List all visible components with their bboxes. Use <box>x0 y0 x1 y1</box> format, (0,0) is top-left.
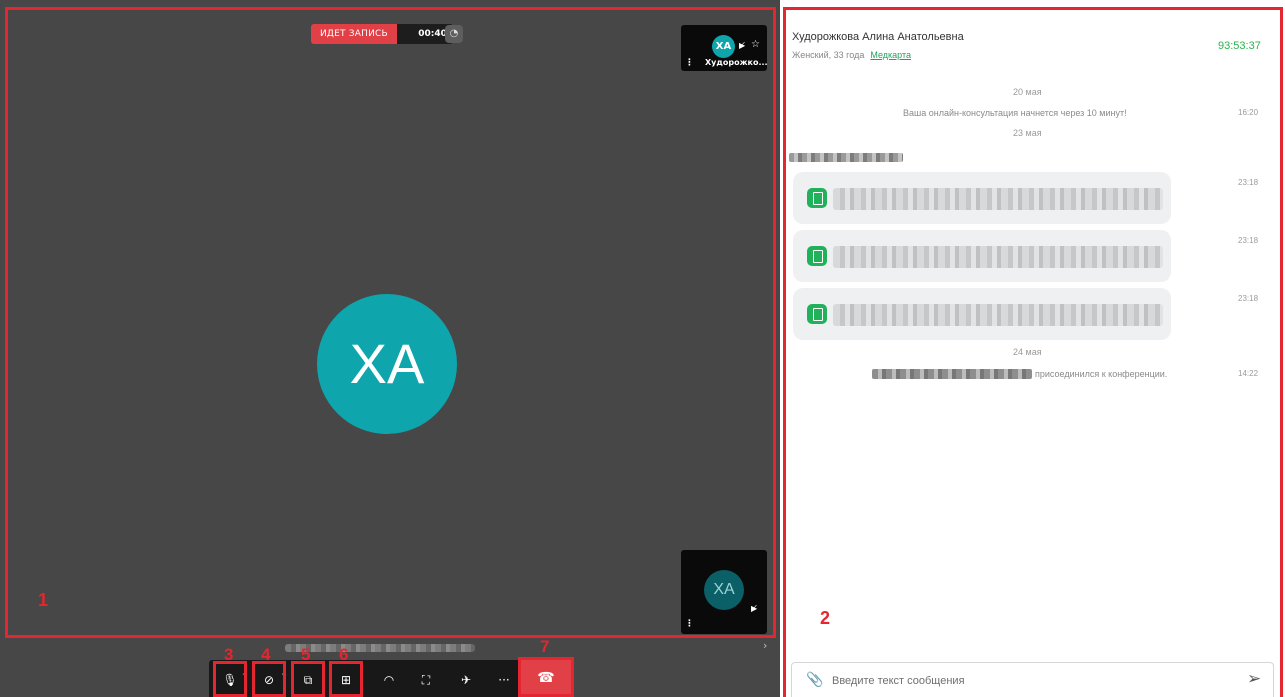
message-time: 14:22 <box>1238 369 1259 378</box>
video-consultation-screen: ИДЕТ ЗАПИСЬ 00:40 ◔ XA XA ▶̸ ☆ ⋮ Худорож… <box>0 0 1285 697</box>
microphone-icon: 🎙 <box>222 673 238 687</box>
grid-layout-icon: ⊞ <box>340 673 352 687</box>
recording-indicator: ИДЕТ ЗАПИСЬ 00:40 <box>311 24 453 44</box>
chevron-up-icon[interactable]: ^ <box>281 663 287 689</box>
star-icon[interactable]: ☆ <box>751 39 760 50</box>
annotation-marker-mic: 3 <box>224 645 234 664</box>
more-vertical-icon[interactable]: ⋮ <box>685 58 694 68</box>
speed-button[interactable]: ◠ <box>376 667 402 693</box>
patient-demographics: Женский, 33 года <box>792 50 865 60</box>
message-time: 23:18 <box>1238 294 1259 303</box>
participant-thumbnail-self[interactable]: XA ▶̸ ⋮ <box>681 550 767 634</box>
more-button[interactable]: ··· <box>491 667 517 693</box>
blurred-sender-name <box>789 153 903 162</box>
avatar: XA <box>704 570 744 610</box>
file-attachment[interactable] <box>793 172 1171 224</box>
chevron-right-icon[interactable]: › <box>763 639 767 652</box>
avatar: XA <box>712 35 735 58</box>
layout-button[interactable]: ⊞ <box>333 667 359 693</box>
recording-label: ИДЕТ ЗАПИСЬ <box>311 24 397 44</box>
blurred-file-name <box>833 304 1163 326</box>
message-time: 23:18 <box>1238 236 1259 245</box>
chat-panel: Худорожкова Алина Анатольевна Женский, 3… <box>780 0 1285 697</box>
participant-thumbnail-top[interactable]: XA ▶̸ ☆ ⋮ Худорожко... <box>681 25 768 71</box>
blurred-file-name <box>833 188 1163 210</box>
file-attachment[interactable] <box>793 288 1171 340</box>
annotation-marker-camera: 4 <box>261 645 271 664</box>
camera-off-icon: ▶̸ <box>739 41 746 50</box>
antenna-icon: ✈ <box>460 673 472 687</box>
blurred-file-name <box>833 246 1163 268</box>
screen-share-button[interactable]: ⧉ <box>295 667 321 693</box>
document-icon <box>807 304 827 324</box>
annotation-marker-video: 1 <box>38 590 49 610</box>
annotation-marker-share: 5 <box>301 645 311 664</box>
message-time: 16:20 <box>1238 108 1259 117</box>
file-attachment[interactable] <box>793 230 1171 282</box>
document-icon <box>807 246 827 266</box>
annotation-marker-hangup: 7 <box>540 637 550 656</box>
date-separator: 20 мая <box>1013 87 1042 97</box>
camera-off-icon: ⊘ <box>263 673 275 687</box>
microphone-button[interactable]: 🎙 ^ <box>217 667 248 693</box>
antenna-button[interactable]: ✈ <box>453 667 479 693</box>
message-time: 23:18 <box>1238 178 1259 187</box>
paperclip-icon[interactable]: 📎 <box>806 672 823 688</box>
patient-info: Женский, 33 года Медкарта <box>792 50 911 60</box>
blurred-participant-name <box>872 369 1032 379</box>
fullscreen-icon: ⛶ <box>421 673 431 687</box>
annotation-marker-layout: 6 <box>339 645 349 664</box>
main-participant-avatar: XA <box>317 294 457 434</box>
participant-name: Худорожко... <box>705 58 768 67</box>
more-icon: ··· <box>498 673 510 687</box>
message-input-bar: 📎 ➢ <box>791 662 1274 697</box>
system-message: Ваша онлайн-консультация начнется через … <box>903 108 1127 118</box>
screen-share-icon: ⧉ <box>303 673 313 687</box>
document-icon <box>807 188 827 208</box>
fullscreen-button[interactable]: ⛶ <box>413 667 439 693</box>
chevron-up-icon[interactable]: ^ <box>242 663 248 689</box>
hangup-button[interactable]: ☎ <box>521 660 571 697</box>
send-icon[interactable]: ➢ <box>1247 669 1261 689</box>
camera-off-icon: ▶̸ <box>751 604 758 613</box>
date-separator: 23 мая <box>1013 128 1042 138</box>
blurred-name-strip <box>285 644 475 652</box>
message-input[interactable] <box>832 671 1212 691</box>
camera-button[interactable]: ⊘ ^ <box>256 667 287 693</box>
date-separator: 24 мая <box>1013 347 1042 357</box>
more-vertical-icon[interactable]: ⋮ <box>685 619 694 629</box>
medcard-link[interactable]: Медкарта <box>870 50 911 60</box>
session-timer: 93:53:37 <box>1218 40 1261 52</box>
patient-name: Худорожкова Алина Анатольевна <box>792 31 964 43</box>
system-message: присоединился к конференции. <box>1035 369 1168 379</box>
speed-icon: ◠ <box>383 673 395 687</box>
gauge-icon[interactable]: ◔ <box>445 25 463 43</box>
annotation-marker-chat: 2 <box>820 608 831 628</box>
video-area: ИДЕТ ЗАПИСЬ 00:40 ◔ XA XA ▶̸ ☆ ⋮ Худорож… <box>0 0 780 697</box>
phone-hangup-icon: ☎ <box>537 670 555 686</box>
